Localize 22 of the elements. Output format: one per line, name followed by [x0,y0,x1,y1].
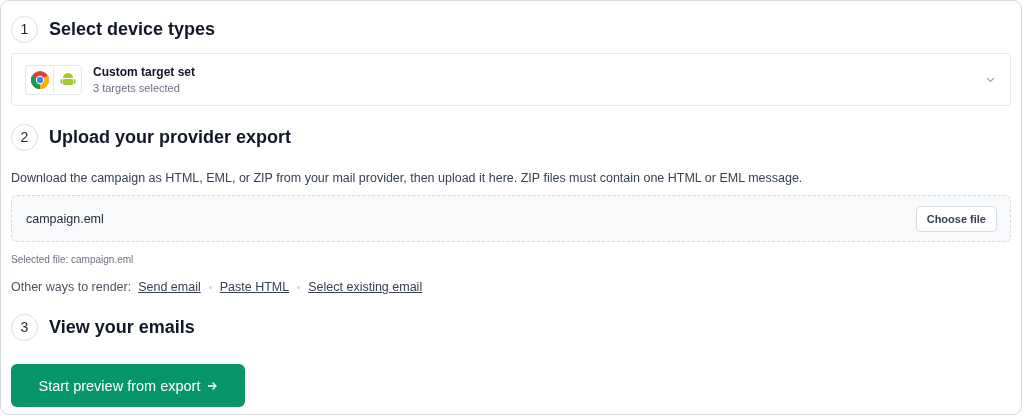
file-drop-zone[interactable]: campaign.eml Choose file [11,195,1011,242]
step-title: Select device types [49,18,216,40]
chrome-icon [30,70,49,89]
separator-dot-icon [297,285,301,289]
android-icon [59,72,76,87]
start-preview-button[interactable]: Start preview from export [11,364,245,407]
arrow-right-icon [207,380,218,391]
render-option-link[interactable]: Send email [138,280,201,294]
render-option-link[interactable]: Select existing email [308,280,423,294]
description: Download the campaign as HTML, EML, or ZIP from your mail provider, then upload it here. ZIP files must contain one HTML or EML message. [11,171,804,185]
choose-file-button[interactable]: Choose file [915,205,997,232]
alternatives-label: Other ways to render: [11,280,132,294]
step-title: View your emails [49,316,195,338]
selected-file-text: Selected file: campaign.eml [11,254,135,265]
file-name: campaign.eml [26,211,104,226]
render-option-link[interactable]: Paste HTML [219,280,290,294]
step-title: Upload your provider export [49,126,292,148]
picker-subtitle: 3 targets selected [93,82,181,94]
chevron-down-icon [986,76,995,83]
device-picker[interactable]: Custom target set 3 targets selected [11,53,1011,106]
picker-title: Custom target set [93,65,197,79]
separator-dot-icon [208,285,212,289]
